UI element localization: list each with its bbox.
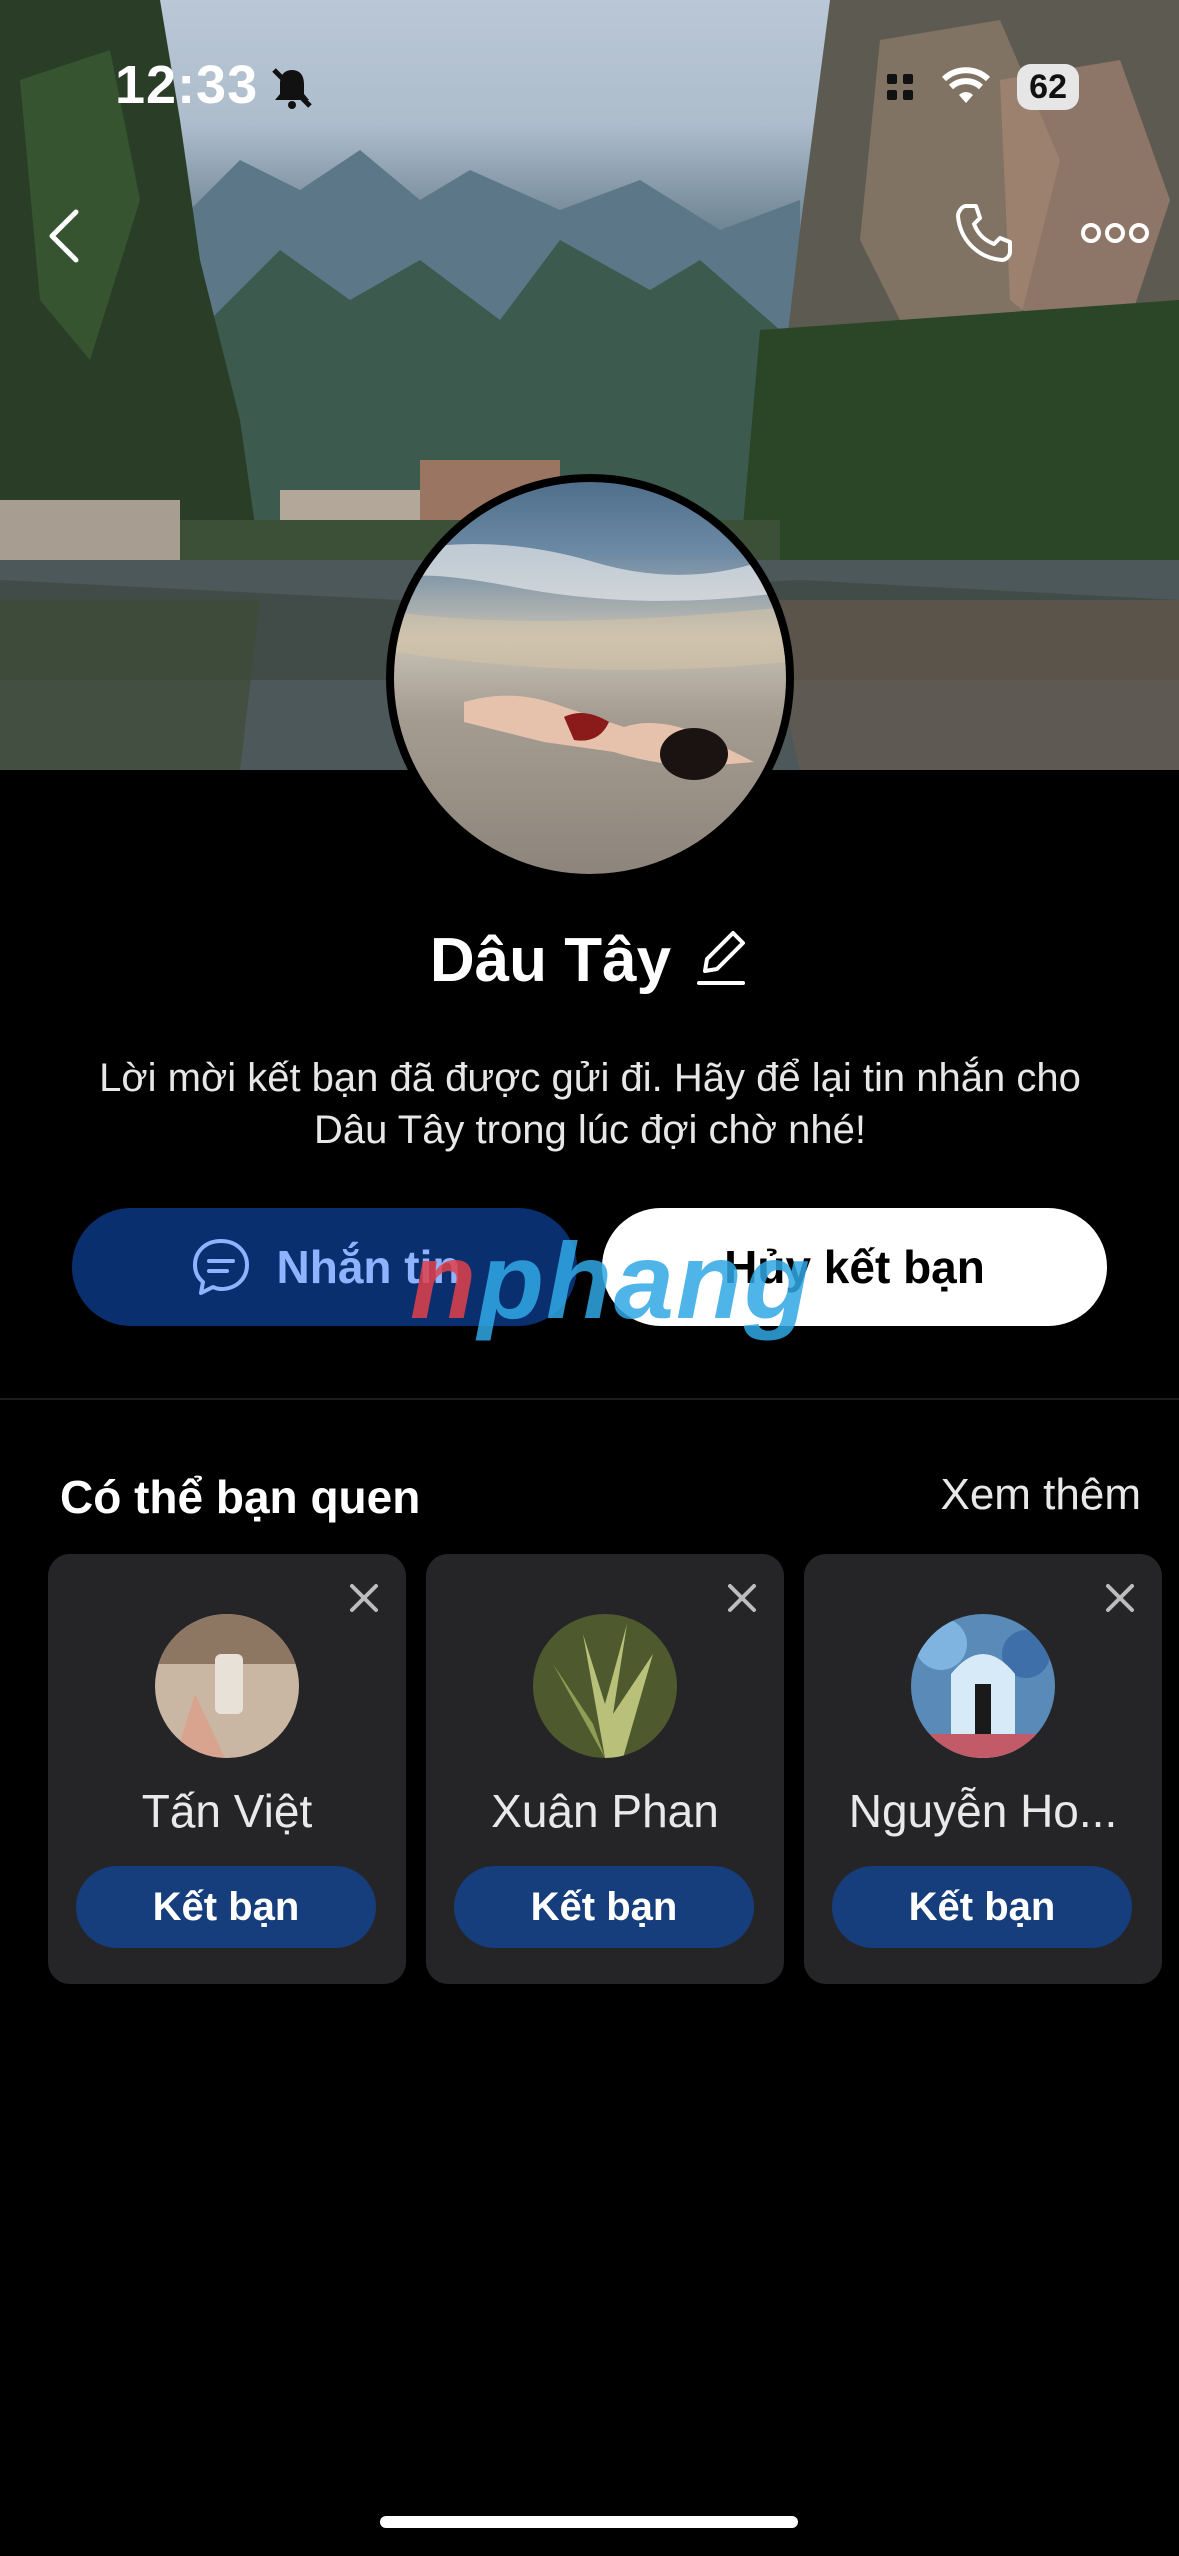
bell-slash-icon bbox=[268, 64, 316, 112]
add-friend-button[interactable]: Kết bạn bbox=[454, 1866, 754, 1948]
home-indicator[interactable] bbox=[380, 2516, 798, 2528]
see-more-link[interactable]: Xem thêm bbox=[940, 1470, 1141, 1520]
suggestion-name: Tấn Việt bbox=[141, 1785, 313, 1837]
battery-indicator: 62 bbox=[1017, 64, 1079, 110]
suggestion-avatar[interactable] bbox=[533, 1614, 677, 1758]
add-friend-button[interactable]: Kết bạn bbox=[832, 1866, 1132, 1948]
suggestion-card[interactable]: Tấn Việt Kết bạn bbox=[48, 1554, 406, 1984]
profile-name: Dâu Tây bbox=[429, 926, 672, 995]
signal-icon bbox=[887, 74, 914, 100]
suggestion-name: Nguyễn Ho... bbox=[848, 1785, 1118, 1837]
profile-avatar[interactable] bbox=[386, 474, 794, 882]
profile-name-row: Dâu Tây bbox=[0, 925, 1179, 996]
close-icon[interactable] bbox=[344, 1578, 384, 1618]
more-dots-icon[interactable] bbox=[1080, 220, 1150, 251]
edit-pencil-icon[interactable] bbox=[693, 927, 749, 994]
section-divider bbox=[0, 1398, 1179, 1400]
close-icon[interactable] bbox=[1100, 1578, 1140, 1618]
watermark-logo: nphang bbox=[410, 1220, 812, 1341]
suggestion-avatar[interactable] bbox=[155, 1614, 299, 1758]
back-chevron-icon[interactable] bbox=[44, 208, 84, 269]
add-friend-button[interactable]: Kết bạn bbox=[76, 1866, 376, 1948]
suggestion-avatar[interactable] bbox=[911, 1614, 1055, 1758]
phone-icon[interactable] bbox=[952, 200, 1016, 269]
chat-bubble-icon bbox=[192, 1239, 249, 1295]
wifi-icon bbox=[942, 67, 991, 103]
suggestion-card[interactable]: Xuân Phan Kết bạn bbox=[426, 1554, 784, 1984]
suggestion-card[interactable]: Nguyễn Ho... Kết bạn bbox=[804, 1554, 1162, 1984]
suggestion-name: Xuân Phan bbox=[491, 1785, 719, 1837]
friend-request-message: Lời mời kết bạn đã được gửi đi. Hãy để l… bbox=[99, 1056, 1081, 1152]
close-icon[interactable] bbox=[722, 1578, 762, 1618]
suggestions-title: Có thể bạn quen bbox=[60, 1471, 421, 1523]
status-indicators: 62 bbox=[885, 62, 1079, 112]
status-time: 12:33 bbox=[115, 55, 259, 115]
